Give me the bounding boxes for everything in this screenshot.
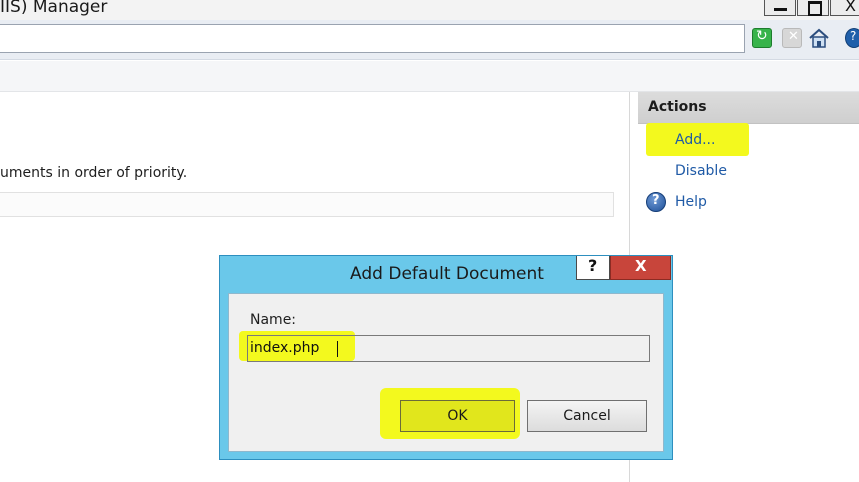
maximize-button[interactable]: [797, 0, 829, 16]
dialog-body: Name: index.php OK Cancel: [228, 293, 664, 452]
address-bar: ↻ ✕ ?: [0, 20, 859, 60]
actions-header: Actions: [638, 92, 859, 124]
window-title-bar: IIS) Manager X: [0, 0, 859, 20]
address-input[interactable]: [0, 24, 745, 53]
list-header: [0, 192, 614, 217]
action-add-link[interactable]: Add...: [675, 132, 715, 148]
action-help-link[interactable]: Help: [675, 194, 707, 210]
sub-toolbar: [0, 61, 859, 92]
action-disable-link[interactable]: Disable: [675, 163, 727, 179]
dialog-close-button[interactable]: X: [610, 256, 671, 280]
name-input-value: index.php: [250, 340, 320, 356]
close-button[interactable]: X: [830, 0, 859, 16]
ok-button[interactable]: OK: [400, 400, 515, 432]
stop-icon[interactable]: ✕: [782, 28, 802, 48]
text-caret: [337, 341, 338, 357]
name-label: Name:: [250, 312, 297, 328]
question-icon: ?: [588, 256, 598, 275]
add-default-document-dialog: Add Default Document ? X Name: index.php…: [219, 255, 673, 460]
feature-description: uments in order of priority.: [0, 165, 188, 181]
actions-title: Actions: [648, 99, 707, 115]
dialog-help-button[interactable]: ?: [576, 256, 610, 280]
help-icon: ?: [646, 192, 666, 212]
cancel-button[interactable]: Cancel: [527, 400, 647, 432]
close-icon: X: [635, 257, 647, 275]
help-icon[interactable]: ?: [845, 28, 859, 48]
close-icon: X: [845, 0, 856, 15]
window-title: IIS) Manager: [0, 0, 108, 17]
refresh-icon[interactable]: ↻: [752, 28, 772, 48]
minimize-button[interactable]: [764, 0, 796, 16]
home-icon[interactable]: [808, 28, 829, 48]
